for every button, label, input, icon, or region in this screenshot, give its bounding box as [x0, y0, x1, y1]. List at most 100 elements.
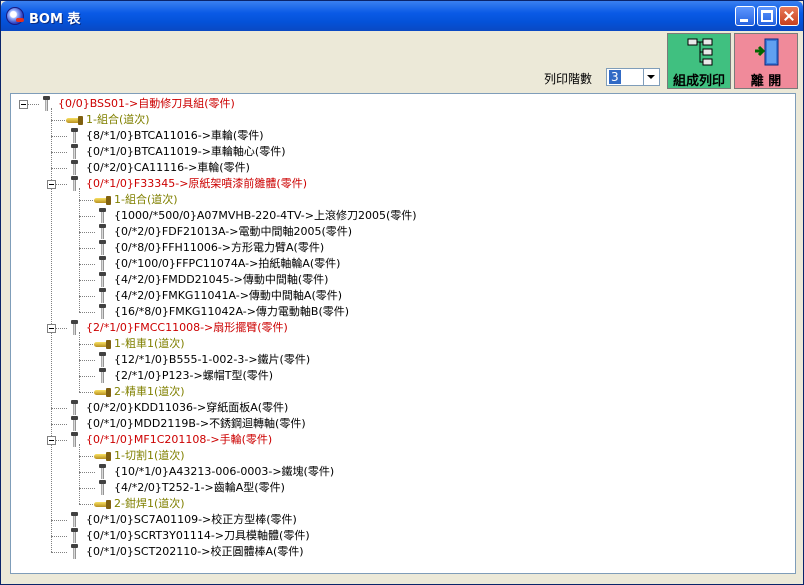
- exit-button[interactable]: 離 開: [734, 33, 798, 89]
- collapse-toggle-icon[interactable]: [47, 180, 56, 189]
- process-step-label[interactable]: 2-精車1(道次): [114, 384, 185, 400]
- part-node-label[interactable]: {12/*1/0}B555-1-002-3->鐵片(零件): [114, 352, 310, 368]
- part-icon: [98, 272, 107, 288]
- tree-connector-line: [51, 424, 67, 425]
- assembly-node-label[interactable]: {0/*1/0}MF1C201108->手輪(零件): [86, 432, 272, 448]
- process-step-icon: [66, 116, 84, 125]
- part-node-label[interactable]: {1000/*500/0}A07MVHB-220-4TV->上滾修刀2005(零…: [114, 208, 417, 224]
- tree-connector-line: [51, 152, 67, 153]
- tree-connector-line: [79, 344, 95, 345]
- part-node-label[interactable]: {4/*2/0}FMDD21045->傳動中間軸(零件): [114, 272, 328, 288]
- part-icon: [70, 528, 79, 544]
- part-node-label[interactable]: {0/*2/0}KDD11036->穿紙面板A(零件): [86, 400, 288, 416]
- app-icon[interactable]: [6, 7, 24, 25]
- tree-connector-line: [79, 456, 95, 457]
- part-icon: [98, 224, 107, 240]
- part-icon: [42, 96, 51, 112]
- process-step-label[interactable]: 1-切割1(道次): [114, 448, 185, 464]
- collapse-toggle-icon[interactable]: [47, 324, 56, 333]
- part-icon: [70, 416, 79, 432]
- part-node-label[interactable]: {0/*1/0}SC7A01109->校正方型棒(零件): [86, 512, 297, 528]
- part-node-label[interactable]: {0/*100/0}FFPC11074A->拍紙軸輪A(零件): [114, 256, 340, 272]
- part-icon: [70, 320, 79, 336]
- tree-connector-line: [79, 296, 95, 297]
- part-icon: [70, 128, 79, 144]
- part-node-label[interactable]: {0/*1/0}SCRT3Y01114->刀具模軸體(零件): [86, 528, 310, 544]
- maximize-button[interactable]: [757, 6, 777, 26]
- tree-connector-line: [79, 216, 95, 217]
- tree-connector-line: [51, 552, 67, 553]
- part-node-label[interactable]: {16/*8/0}FMKG11042A->傳力電動軸B(零件): [114, 304, 349, 320]
- minimize-icon: [736, 7, 754, 25]
- tree-connector-line: [79, 504, 95, 505]
- part-icon: [70, 544, 79, 560]
- window-title: BOM 表: [29, 12, 81, 27]
- chevron-down-icon[interactable]: [643, 69, 659, 85]
- tree-connector-line: [79, 360, 95, 361]
- process-step-label[interactable]: 1-組合(道次): [86, 112, 150, 128]
- process-step-icon: [94, 196, 112, 205]
- part-icon: [70, 176, 79, 192]
- part-icon: [70, 400, 79, 416]
- tree-connector-line: [79, 280, 95, 281]
- tree-connector-line: [51, 136, 67, 137]
- part-icon: [98, 240, 107, 256]
- process-step-icon: [94, 452, 112, 461]
- process-step-icon: [94, 340, 112, 349]
- print-levels-label: 列印階數: [544, 72, 593, 86]
- tree-connector-line: [51, 520, 67, 521]
- bom-tree-view[interactable]: {0/0}BSS01->自動修刀具組(零件) 1-組合(道次) {8/*1/0}BT…: [10, 93, 796, 574]
- part-node-label[interactable]: {0/*1/0}MDD2119B->不銹鋼迴轉軸(零件): [86, 416, 306, 432]
- part-icon: [98, 256, 107, 272]
- tree-connector-line: [79, 232, 95, 233]
- part-icon: [70, 160, 79, 176]
- process-step-label[interactable]: 2-鉗焊1(道次): [114, 496, 185, 512]
- part-node-label[interactable]: {0/*1/0}BTCA11019->車輪軸心(零件): [86, 144, 286, 160]
- part-node-label[interactable]: {0/*2/0}FDF21013A->電動中間軸2005(零件): [114, 224, 352, 240]
- print-levels-value: 3: [609, 70, 621, 84]
- assembly-node-label[interactable]: {2/*1/0}FMCC11008->扇形擺臂(零件): [86, 320, 288, 336]
- tree-connector-line: [79, 264, 95, 265]
- part-node-label[interactable]: {4/*2/0}FMKG11041A->傳動中間軸A(零件): [114, 288, 342, 304]
- part-node-label[interactable]: {0/*1/0}SCT202110->校正圓體棒A(零件): [86, 544, 304, 560]
- tree-connector-line: [51, 120, 67, 121]
- assembly-node-label[interactable]: {0/*1/0}F33345->原紙架噴漆前雛體(零件): [86, 176, 307, 192]
- part-icon: [98, 352, 107, 368]
- process-step-label[interactable]: 1-組合(道次): [114, 192, 178, 208]
- close-button[interactable]: [779, 6, 799, 26]
- tree-structure-icon: [687, 38, 713, 66]
- bom-window: BOM 表 組成列印 離 開 列印階數 3 {0/0}BSS01->自動修刀具組…: [0, 0, 804, 585]
- part-icon: [70, 144, 79, 160]
- part-icon: [70, 432, 79, 448]
- part-node-label[interactable]: {0/*8/0}FFH11006->方形電力臂A(零件): [114, 240, 324, 256]
- tree-connector-line: [79, 488, 95, 489]
- minimize-button[interactable]: [735, 6, 755, 26]
- part-node-label[interactable]: {10/*1/0}A43213-006-0003->鐵塊(零件): [114, 464, 334, 480]
- tree-connector-line: [79, 376, 95, 377]
- exit-label: 離 開: [750, 74, 782, 89]
- part-node-label[interactable]: {4/*2/0}T252-1->齒輪A型(零件): [114, 480, 285, 496]
- part-node-label[interactable]: {8/*1/0}BTCA11016->車輪(零件): [86, 128, 264, 144]
- collapse-toggle-icon[interactable]: [19, 100, 28, 109]
- print-assembly-button[interactable]: 組成列印: [667, 33, 731, 89]
- tree-connector-line: [79, 188, 80, 312]
- part-icon: [98, 304, 107, 320]
- exit-door-icon: [755, 38, 779, 66]
- maximize-icon: [758, 7, 776, 25]
- collapse-toggle-icon[interactable]: [47, 436, 56, 445]
- process-step-icon: [94, 500, 112, 509]
- part-node-label[interactable]: {0/*2/0}CA11116->車輪(零件): [86, 160, 250, 176]
- tree-connector-line: [79, 200, 95, 201]
- tree-connector-line: [79, 332, 80, 392]
- part-icon: [70, 512, 79, 528]
- process-step-label[interactable]: 1-粗車1(道次): [114, 336, 185, 352]
- tree-connector-line: [51, 536, 67, 537]
- print-levels-select[interactable]: 3: [606, 68, 660, 86]
- close-icon: [780, 7, 798, 25]
- title-bar[interactable]: BOM 表: [1, 1, 803, 31]
- assembly-node-label[interactable]: {0/0}BSS01->自動修刀具組(零件): [58, 96, 235, 112]
- tree-connector-line: [51, 168, 67, 169]
- tree-connector-line: [51, 408, 67, 409]
- tree-connector-line: [79, 444, 80, 504]
- part-node-label[interactable]: {2/*1/0}P123->螺帽T型(零件): [114, 368, 273, 384]
